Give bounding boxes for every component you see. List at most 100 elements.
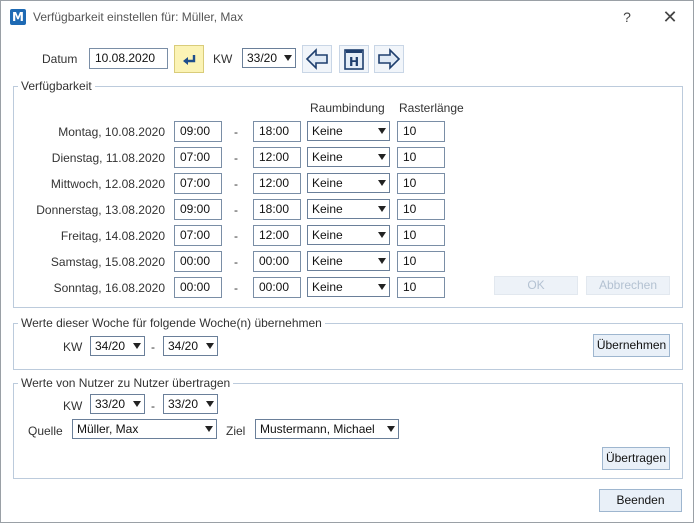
source-user-select[interactable]: Müller, Max bbox=[72, 419, 217, 439]
copy-kw-to-select[interactable]: 34/20 bbox=[163, 336, 218, 356]
day-label-sunday: Sonntag, 16.08.2020 bbox=[53, 281, 165, 295]
to-time-wednesday[interactable]: 12:00 bbox=[253, 173, 301, 194]
room-select-saturday[interactable]: Keine bbox=[307, 251, 390, 271]
day-label-saturday: Samstag, 15.08.2020 bbox=[50, 255, 165, 269]
room-select-wednesday[interactable]: Keine bbox=[307, 173, 390, 193]
target-user-select[interactable]: Mustermann, Michael bbox=[255, 419, 399, 439]
from-time-thursday[interactable]: 09:00 bbox=[174, 199, 222, 220]
raster-input-saturday[interactable]: 10 bbox=[397, 251, 445, 272]
from-time-tuesday[interactable]: 07:00 bbox=[174, 147, 222, 168]
chevron-down-icon bbox=[284, 55, 292, 61]
home-h-icon: H bbox=[344, 49, 364, 70]
apply-weeks-button[interactable]: Übernehmen bbox=[593, 334, 670, 357]
to-time-tuesday[interactable]: 12:00 bbox=[253, 147, 301, 168]
copy-week-legend: Werte dieser Woche für folgende Woche(n)… bbox=[18, 316, 325, 330]
copy-kw-from-value: 34/20 bbox=[95, 339, 126, 353]
copy-kw-to-value: 34/20 bbox=[168, 339, 199, 353]
range-dash: - bbox=[234, 125, 238, 139]
day-label-wednesday: Mittwoch, 12.08.2020 bbox=[50, 177, 165, 191]
day-label-monday: Montag, 10.08.2020 bbox=[58, 125, 165, 139]
kw-select-value: 33/20 bbox=[247, 51, 278, 65]
svg-text:H: H bbox=[349, 55, 359, 69]
next-week-button[interactable] bbox=[374, 45, 404, 73]
raster-input-tuesday[interactable]: 10 bbox=[397, 147, 445, 168]
range-dash: - bbox=[234, 281, 238, 295]
room-select-monday[interactable]: Keine bbox=[307, 121, 390, 141]
to-time-thursday[interactable]: 18:00 bbox=[253, 199, 301, 220]
range-dash: - bbox=[151, 399, 155, 413]
today-button[interactable]: H bbox=[339, 45, 369, 73]
day-label-thursday: Donnerstag, 13.08.2020 bbox=[36, 203, 165, 217]
transfer-kw-from-select[interactable]: 33/20 bbox=[90, 394, 145, 414]
to-time-sunday[interactable]: 00:00 bbox=[253, 277, 301, 298]
room-column-header: Raumbindung bbox=[310, 101, 385, 115]
room-select-value: Keine bbox=[312, 124, 343, 138]
chevron-down-icon bbox=[378, 128, 386, 134]
kw-label: KW bbox=[213, 52, 233, 66]
datum-input[interactable]: 10.08.2020 bbox=[89, 48, 168, 69]
target-user-value: Mustermann, Michael bbox=[260, 422, 375, 436]
from-time-friday[interactable]: 07:00 bbox=[174, 225, 222, 246]
arrow-left-icon bbox=[305, 48, 328, 70]
from-time-sunday[interactable]: 00:00 bbox=[174, 277, 222, 298]
transfer-kw-label: KW bbox=[63, 399, 83, 413]
previous-week-button[interactable] bbox=[302, 45, 332, 73]
app-logo-letter: M bbox=[12, 10, 24, 24]
room-select-tuesday[interactable]: Keine bbox=[307, 147, 390, 167]
range-dash: - bbox=[151, 340, 155, 354]
cancel-button[interactable]: Abbrechen bbox=[586, 276, 670, 295]
to-time-friday[interactable]: 12:00 bbox=[253, 225, 301, 246]
title-bar: M Verfügbarkeit einstellen für: Müller, … bbox=[1, 1, 693, 33]
room-select-friday[interactable]: Keine bbox=[307, 225, 390, 245]
enter-arrow-icon bbox=[183, 55, 196, 65]
target-label: Ziel bbox=[226, 424, 246, 438]
ok-button[interactable]: OK bbox=[494, 276, 578, 295]
chevron-down-icon bbox=[378, 180, 386, 186]
chevron-down-icon bbox=[133, 401, 141, 407]
transfer-button[interactable]: Übertragen bbox=[602, 447, 670, 470]
source-label: Quelle bbox=[28, 424, 63, 438]
transfer-kw-to-value: 33/20 bbox=[168, 397, 199, 411]
dialog-window: M Verfügbarkeit einstellen für: Müller, … bbox=[0, 0, 694, 523]
datum-label: Datum bbox=[42, 52, 78, 66]
chevron-down-icon bbox=[387, 426, 395, 432]
room-select-sunday[interactable]: Keine bbox=[307, 277, 390, 297]
chevron-down-icon bbox=[206, 401, 214, 407]
range-dash: - bbox=[234, 151, 238, 165]
room-select-value: Keine bbox=[312, 254, 343, 268]
room-select-value: Keine bbox=[312, 228, 343, 242]
close-window-button[interactable]: ✕ bbox=[659, 7, 681, 27]
transfer-kw-to-select[interactable]: 33/20 bbox=[163, 394, 218, 414]
range-dash: - bbox=[234, 255, 238, 269]
chevron-down-icon bbox=[378, 232, 386, 238]
room-select-value: Keine bbox=[312, 202, 343, 216]
raster-input-friday[interactable]: 10 bbox=[397, 225, 445, 246]
from-time-saturday[interactable]: 00:00 bbox=[174, 251, 222, 272]
room-select-value: Keine bbox=[312, 176, 343, 190]
transfer-kw-from-value: 33/20 bbox=[95, 397, 126, 411]
day-label-tuesday: Dienstag, 11.08.2020 bbox=[51, 151, 165, 165]
range-dash: - bbox=[234, 203, 238, 217]
chevron-down-icon bbox=[378, 284, 386, 290]
kw-select[interactable]: 33/20 bbox=[242, 48, 296, 68]
raster-input-sunday[interactable]: 10 bbox=[397, 277, 445, 298]
availability-legend: Verfügbarkeit bbox=[18, 79, 95, 93]
raster-input-thursday[interactable]: 10 bbox=[397, 199, 445, 220]
raster-input-wednesday[interactable]: 10 bbox=[397, 173, 445, 194]
range-dash: - bbox=[234, 229, 238, 243]
from-time-wednesday[interactable]: 07:00 bbox=[174, 173, 222, 194]
to-time-saturday[interactable]: 00:00 bbox=[253, 251, 301, 272]
apply-date-button[interactable] bbox=[174, 45, 204, 73]
source-user-value: Müller, Max bbox=[77, 422, 139, 436]
to-time-monday[interactable]: 18:00 bbox=[253, 121, 301, 142]
chevron-down-icon bbox=[133, 343, 141, 349]
from-time-monday[interactable]: 09:00 bbox=[174, 121, 222, 142]
raster-input-monday[interactable]: 10 bbox=[397, 121, 445, 142]
day-label-friday: Freitag, 14.08.2020 bbox=[60, 229, 165, 243]
close-dialog-button[interactable]: Beenden bbox=[599, 489, 682, 512]
room-select-thursday[interactable]: Keine bbox=[307, 199, 390, 219]
help-button[interactable]: ? bbox=[616, 7, 638, 27]
copy-kw-from-select[interactable]: 34/20 bbox=[90, 336, 145, 356]
chevron-down-icon bbox=[205, 426, 213, 432]
chevron-down-icon bbox=[378, 258, 386, 264]
